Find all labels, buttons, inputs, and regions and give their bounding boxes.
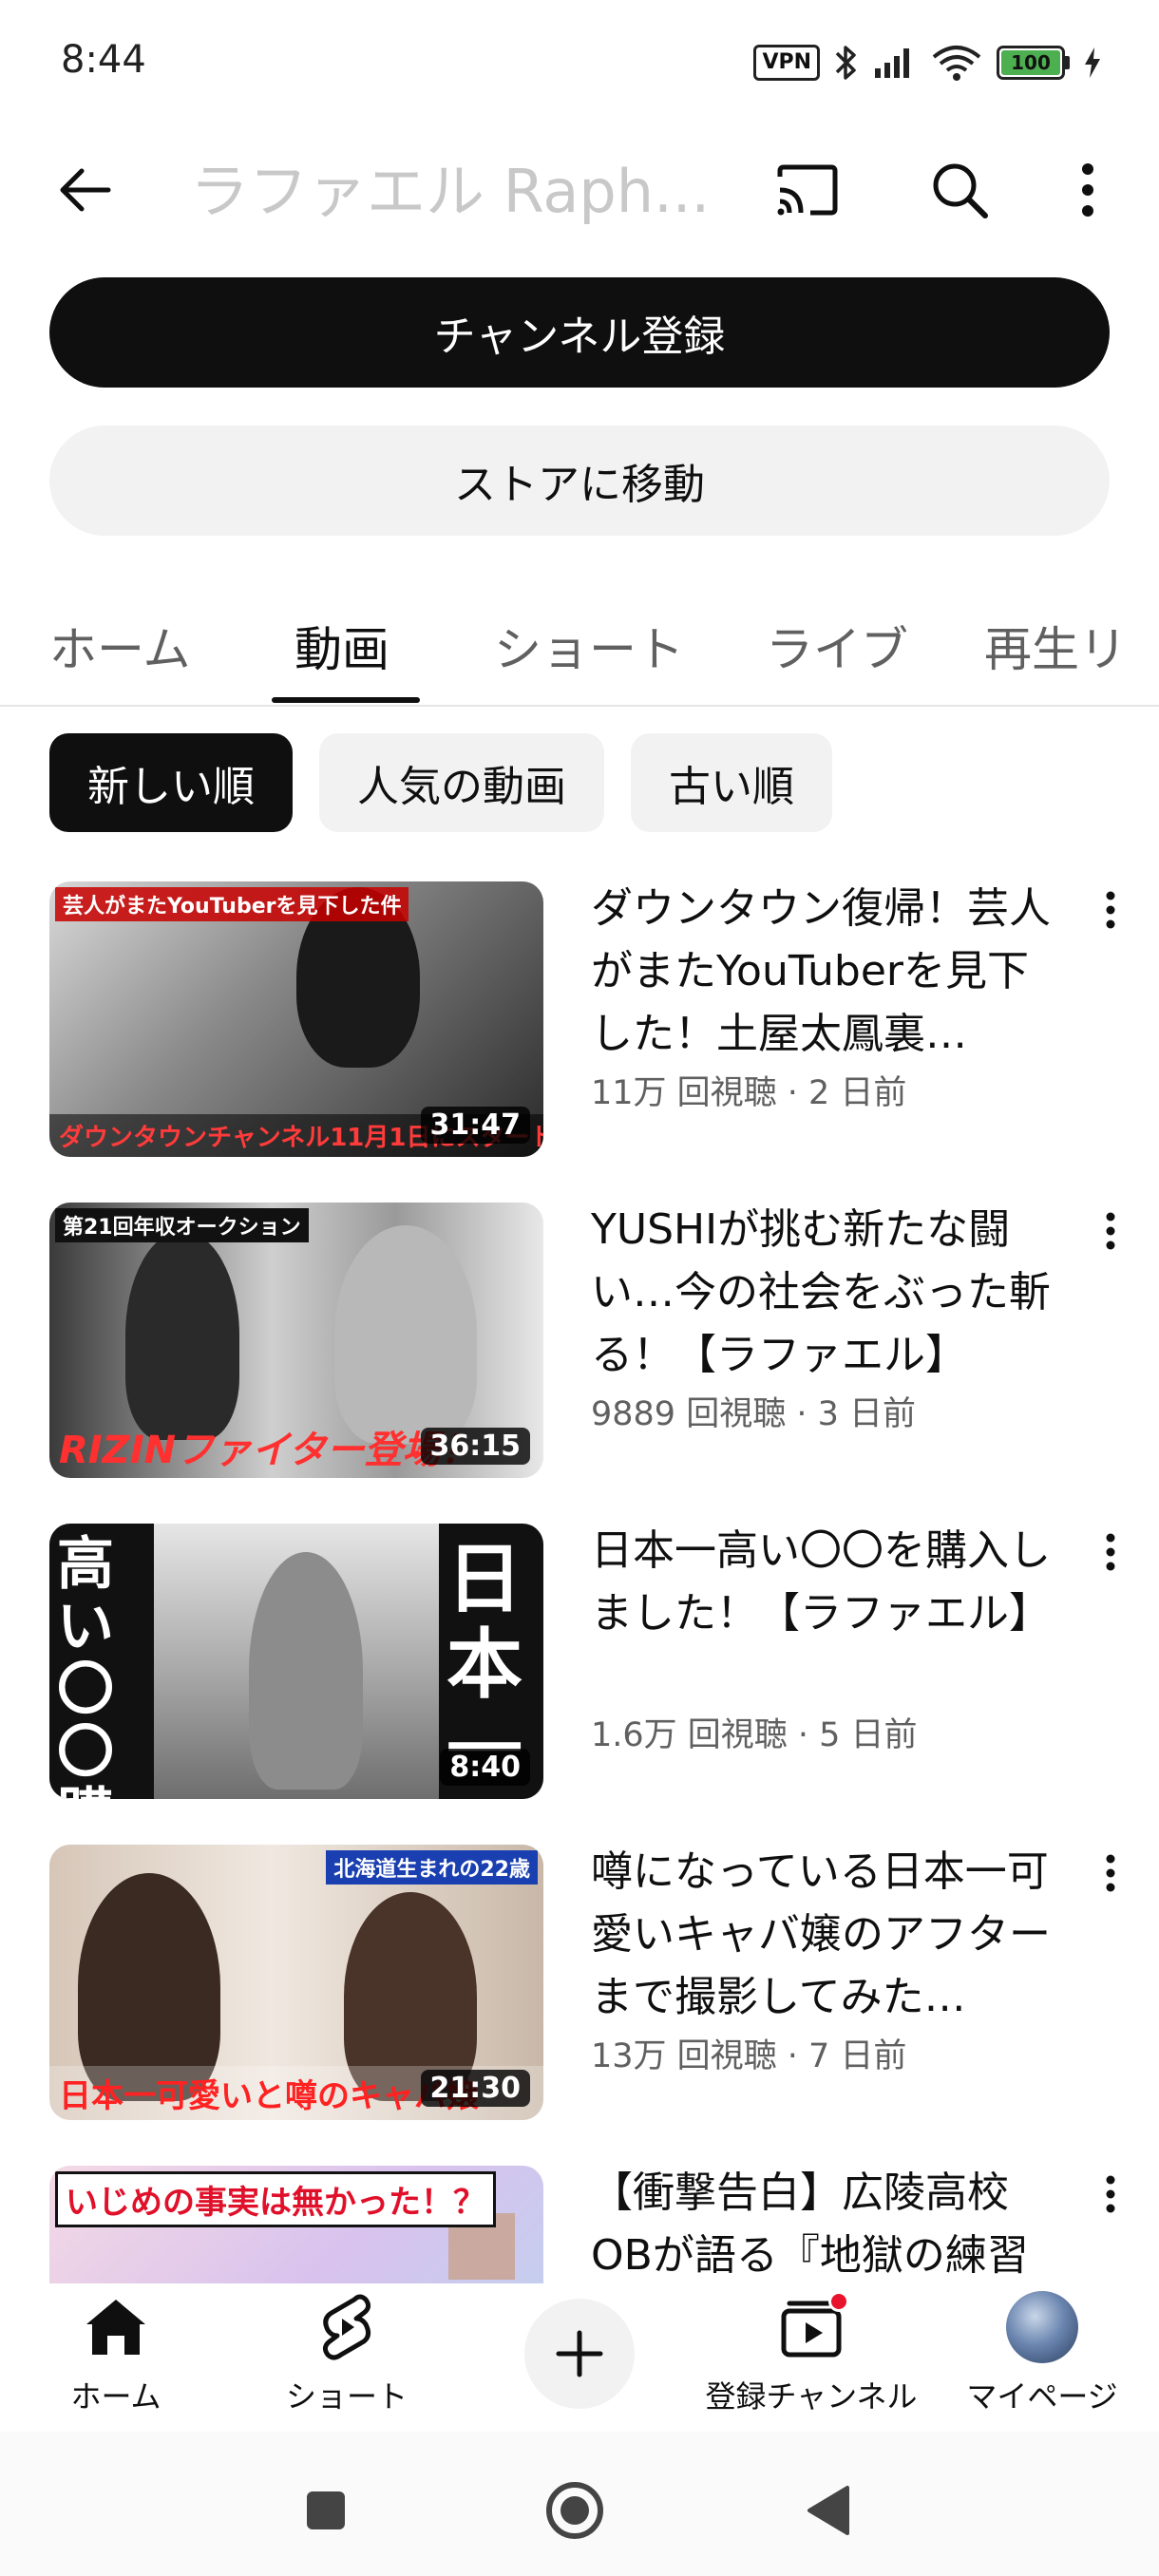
vpn-icon: VPN [753,45,820,81]
home-icon [86,2300,145,2355]
video-thumbnail[interactable]: 北海道生まれの22歳 日本一可愛いと噂のキャバ嬢 21:30 [49,1845,543,2120]
more-vert-icon [1082,163,1093,217]
video-meta: 9889 回視聴 · 3 日前 [591,1395,916,1433]
video-meta: 11万 回視聴 · 2 日前 [591,1074,907,1112]
video-duration: 8:40 [440,1749,530,1786]
store-button[interactable]: ストアに移動 [49,426,1110,536]
more-vert-icon [1106,2175,1115,2213]
thumbnail-caption: いじめの事実は無かった！？ [55,2171,496,2227]
thumbnail-person [249,1552,363,1790]
nav-home-label: ホーム [70,2378,162,2415]
sort-chips: 新しい順 人気の動画 古い順 [49,733,832,832]
back-arrow-icon [60,168,111,212]
square-icon [307,2491,345,2529]
more-vert-icon [1106,1212,1115,1250]
nav-my-page-label: マイページ [966,2378,1118,2415]
video-menu-button[interactable] [1087,1520,1134,1577]
chip-newest[interactable]: 新しい順 [49,733,293,832]
thumbnail-caption: 第21回年収オークション [55,1208,309,1242]
active-tab-indicator [272,697,420,703]
back-button[interactable] [48,152,124,228]
more-vert-icon [1106,1854,1115,1892]
nav-subscriptions-label: 登録チャンネル [705,2378,918,2415]
video-menu-button[interactable] [1087,1199,1134,1256]
battery-level: 100 [1001,50,1060,75]
chip-oldest[interactable]: 古い順 [631,733,832,832]
recents-button[interactable] [293,2477,359,2544]
tab-home[interactable]: ホーム [49,612,191,680]
video-thumbnail[interactable]: いじめの事実は無かった！？ [49,2166,543,2283]
status-bar: 8:44 VPN 100 [0,0,1159,123]
status-time: 8:44 [61,38,146,82]
plus-icon [556,2330,603,2377]
create-button[interactable] [524,2299,635,2409]
video-title[interactable]: 【衝撃告白】広陵高校OBが語る『地獄の練習 [591,2162,1066,2283]
video-list: 芸人がまたYouTuberを見下した件 ダウンタウンチャンネル11月1日にスター… [0,878,1159,2283]
battery-icon: 100 [997,46,1070,80]
nav-shorts[interactable]: ショート [277,2289,416,2416]
video-meta: 1.6万 回視聴 · 5 日前 [591,1716,918,1754]
channel-title: ラファエル Raph... [190,157,711,226]
video-meta: 13万 回視聴 · 7 日前 [591,2037,907,2075]
charging-icon [1085,47,1100,78]
search-icon [933,163,988,218]
video-title[interactable]: 噂になっている日本一可愛いキャバ嬢のアフターまで撮影してみた… [591,1841,1066,2029]
video-duration: 21:30 [420,2070,530,2107]
bluetooth-icon [835,46,856,80]
video-item[interactable]: 高い〇〇購入 日本一 8:40 日本一高い〇〇を購入しました！【ラファエル】 1… [0,1520,1159,1799]
circle-icon [546,2482,603,2539]
video-item[interactable]: 第21回年収オークション RIZINファイター登場！ 36:15 YUSHIが挑… [0,1199,1159,1478]
wifi-icon [932,46,981,81]
video-menu-button[interactable] [1087,1841,1134,1898]
system-navigation-bar [0,2432,1159,2576]
app-bar: ラファエル Raph... [0,133,1159,237]
video-thumbnail[interactable]: 第21回年収オークション RIZINファイター登場！ 36:15 [49,1203,543,1478]
status-icons: VPN 100 [753,42,1102,84]
nav-shorts-label: ショート [285,2378,408,2415]
thumbnail-caption: 芸人がまたYouTuberを見下した件 [55,887,409,921]
shorts-icon [322,2294,371,2360]
tab-playlists[interactable]: 再生リ [984,612,1127,680]
tab-live[interactable]: ライブ [766,612,908,680]
bottom-navigation: ホーム ショート 登録チャンネル マイページ [0,2283,1159,2432]
cast-button[interactable] [770,152,846,228]
nav-subscriptions[interactable]: 登録チャンネル [699,2289,923,2416]
nav-home[interactable]: ホーム [59,2289,173,2416]
video-title[interactable]: 日本一高い〇〇を購入しました！【ラファエル】 [591,1520,1066,1645]
avatar [1006,2291,1078,2363]
search-button[interactable] [922,152,998,228]
nav-my-page[interactable]: マイページ [963,2289,1121,2416]
video-title[interactable]: ダウンタウン復帰！芸人がまたYouTuberを見下した！土屋太鳳裏… [591,878,1066,1066]
thumbnail-person [125,1231,239,1440]
video-duration: 31:47 [420,1107,530,1144]
thumbnail-caption: 高い〇〇購入 [57,1531,114,1799]
video-thumbnail[interactable]: 高い〇〇購入 日本一 8:40 [49,1524,543,1799]
video-item[interactable]: いじめの事実は無かった！？ 【衝撃告白】広陵高校OBが語る『地獄の練習 [0,2162,1159,2283]
home-system-button[interactable] [542,2477,608,2544]
video-duration: 36:15 [420,1428,530,1465]
back-system-button[interactable] [794,2477,861,2544]
signal-icon [875,48,909,78]
tab-videos[interactable]: 動画 [294,612,390,680]
triangle-back-icon [808,2486,849,2535]
channel-tabs: ホーム 動画 ショート ライブ 再生リ [0,583,1159,707]
thumbnail-person [334,1225,477,1444]
more-vert-icon [1106,891,1115,929]
video-item[interactable]: 北海道生まれの22歳 日本一可愛いと噂のキャバ嬢 21:30 噂になっている日本… [0,1841,1159,2120]
video-menu-button[interactable] [1087,878,1134,935]
video-thumbnail[interactable]: 芸人がまたYouTuberを見下した件 ダウンタウンチャンネル11月1日にスター… [49,881,543,1157]
subscribe-button[interactable]: チャンネル登録 [49,277,1110,388]
thumbnail-caption: 北海道生まれの22歳 [326,1850,538,1885]
tab-shorts[interactable]: ショート [494,612,684,680]
video-menu-button[interactable] [1087,2162,1134,2219]
more-options-button[interactable] [1054,152,1121,228]
notification-dot [828,2291,849,2312]
chip-popular[interactable]: 人気の動画 [319,733,604,832]
video-title[interactable]: YUSHIが挑む新たな闘い…今の社会をぶった斬る！【ラファエル】 [591,1199,1066,1387]
cast-icon [777,164,838,216]
video-item[interactable]: 芸人がまたYouTuberを見下した件 ダウンタウンチャンネル11月1日にスター… [0,878,1159,1157]
more-vert-icon [1106,1533,1115,1571]
